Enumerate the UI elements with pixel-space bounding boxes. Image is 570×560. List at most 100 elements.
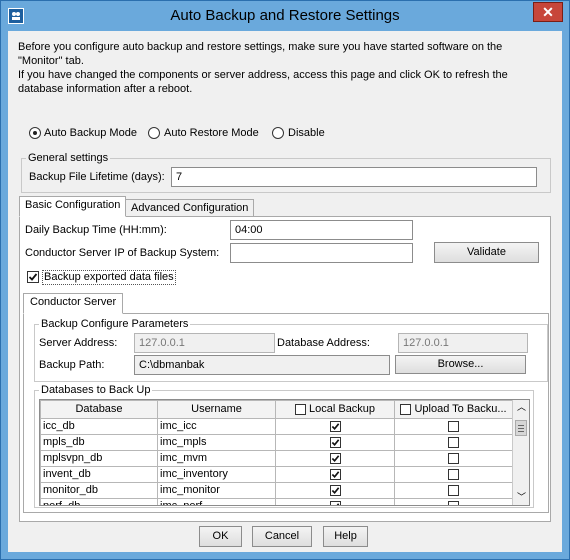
export-label[interactable]: Backup exported data files [42, 270, 176, 285]
cell-database[interactable]: mplsvpn_db [40, 450, 158, 467]
local-backup-checkbox[interactable] [329, 500, 341, 505]
server-address-label: Server Address: [39, 337, 118, 349]
local-backup-checkbox[interactable] [329, 452, 341, 464]
export-checkbox[interactable] [27, 271, 39, 283]
cell-upload[interactable] [394, 482, 513, 499]
upload-checkbox[interactable] [448, 484, 459, 496]
scroll-up-icon[interactable]: ︿ [516, 402, 527, 412]
cell-upload[interactable] [394, 434, 513, 451]
cell-upload[interactable] [394, 450, 513, 467]
cancel-button[interactable]: Cancel [252, 526, 312, 547]
tab-advanced-configuration[interactable]: Advanced Configuration [125, 199, 255, 217]
cell-username[interactable]: imc_mvm [157, 450, 276, 467]
lifetime-label: Backup File Lifetime (days): [29, 171, 165, 183]
upload-checkbox[interactable] [448, 436, 459, 448]
intro-line-4: database information after a reboot. [18, 83, 193, 95]
column-header-local-backup[interactable]: Local Backup [275, 400, 395, 419]
intro-line-3: If you have changed the components or se… [18, 69, 508, 81]
scroll-down-icon[interactable]: ﹀ [516, 492, 527, 502]
upload-checkbox[interactable] [448, 500, 459, 505]
cell-username[interactable]: imc_inventory [157, 466, 276, 483]
cell-local-backup[interactable] [275, 498, 395, 505]
check-icon [335, 502, 339, 505]
cell-local-backup[interactable] [275, 450, 395, 467]
check-icon [331, 470, 339, 478]
radio-auto-restore-label[interactable]: Auto Restore Mode [164, 126, 259, 140]
server-address-input[interactable]: 127.0.0.1 [134, 333, 275, 353]
general-settings-legend: General settings [26, 152, 111, 164]
upload-header-checkbox[interactable] [400, 403, 412, 415]
column-header-database[interactable]: Database [40, 400, 158, 419]
cell-username[interactable]: imc_monitor [157, 482, 276, 499]
intro-line-2: "Monitor" tab. [18, 55, 84, 67]
cell-database[interactable]: mpls_db [40, 434, 158, 451]
backup-path-input[interactable]: C:\dbmanbak [134, 355, 390, 375]
upload-checkbox[interactable] [448, 452, 459, 464]
check-icon [331, 422, 339, 430]
cell-username[interactable]: imc_mpls [157, 434, 276, 451]
databases-legend: Databases to Back Up [39, 384, 153, 396]
daily-time-input[interactable]: 04:00 [230, 220, 413, 240]
cell-username[interactable]: imc_icc [157, 418, 276, 435]
cell-database[interactable]: invent_db [40, 466, 158, 483]
upload-checkbox[interactable] [448, 468, 459, 480]
title-bar[interactable]: Auto Backup and Restore Settings ✕ [1, 1, 569, 31]
dialog-window: Auto Backup and Restore Settings ✕ Befor… [0, 0, 570, 560]
cell-local-backup[interactable] [275, 418, 395, 435]
cell-database[interactable]: perf_db [40, 498, 158, 505]
table-row[interactable]: icc_db imc_icc [40, 418, 513, 435]
table-row[interactable]: monitor_db imc_monitor [40, 482, 513, 499]
browse-button[interactable]: Browse... [395, 355, 526, 374]
radio-auto-restore[interactable] [148, 127, 160, 139]
local-backup-checkbox[interactable] [329, 420, 341, 432]
local-backup-header-checkbox[interactable] [294, 403, 306, 415]
local-backup-checkbox[interactable] [329, 484, 341, 496]
lifetime-input[interactable]: 7 [171, 167, 537, 187]
local-backup-checkbox[interactable] [329, 436, 341, 448]
ok-button[interactable]: OK [199, 526, 242, 547]
window-title: Auto Backup and Restore Settings [170, 7, 400, 24]
upload-checkbox[interactable] [448, 420, 459, 432]
cell-upload[interactable] [394, 466, 513, 483]
backup-path-label: Backup Path: [39, 359, 105, 371]
tab-basic-configuration[interactable]: Basic Configuration [19, 196, 127, 217]
cell-username[interactable]: imc_perf [157, 498, 276, 505]
close-button[interactable]: ✕ [533, 2, 563, 22]
table-scrollbar[interactable]: ︿ ﹀ [512, 400, 529, 505]
cell-local-backup[interactable] [275, 482, 395, 499]
table-row[interactable]: invent_db imc_inventory [40, 466, 513, 483]
column-header-username[interactable]: Username [157, 400, 276, 419]
check-icon [331, 486, 339, 494]
database-address-label: Database Address: [277, 337, 370, 349]
scrollbar-thumb[interactable] [515, 420, 527, 436]
help-button[interactable]: Help [323, 526, 368, 547]
validate-button[interactable]: Validate [434, 242, 539, 263]
radio-auto-backup-label[interactable]: Auto Backup Mode [44, 126, 137, 140]
backup-params-legend: Backup Configure Parameters [39, 318, 191, 330]
cell-local-backup[interactable] [275, 434, 395, 451]
radio-disable-label[interactable]: Disable [288, 126, 325, 140]
table-row[interactable]: perf_db imc_perf [40, 498, 513, 505]
check-icon [331, 438, 339, 446]
intro-line-1: Before you configure auto backup and res… [18, 41, 503, 53]
radio-auto-backup[interactable] [29, 127, 41, 139]
check-icon [28, 273, 38, 281]
daily-time-label: Daily Backup Time (HH:mm): [25, 224, 167, 236]
cell-local-backup[interactable] [275, 466, 395, 483]
conductor-ip-input[interactable] [230, 243, 413, 263]
databases-table-container: Database Username Local Backup Upload To… [39, 399, 530, 506]
tab-conductor-server[interactable]: Conductor Server [23, 293, 124, 314]
cell-database[interactable]: monitor_db [40, 482, 158, 499]
table-row[interactable]: mpls_db imc_mpls [40, 434, 513, 451]
column-header-upload[interactable]: Upload To Backu... [394, 400, 513, 419]
cell-upload[interactable] [394, 418, 513, 435]
local-backup-checkbox[interactable] [329, 468, 341, 480]
table-header-row: Database Username Local Backup Upload To… [40, 400, 513, 419]
cell-database[interactable]: icc_db [40, 418, 158, 435]
radio-disable[interactable] [272, 127, 284, 139]
upload-header-label: Upload To Backu... [414, 403, 507, 415]
database-address-input[interactable]: 127.0.0.1 [398, 333, 528, 353]
table-row[interactable]: mplsvpn_db imc_mvm [40, 450, 513, 467]
check-icon [331, 454, 339, 462]
cell-upload[interactable] [394, 498, 513, 505]
